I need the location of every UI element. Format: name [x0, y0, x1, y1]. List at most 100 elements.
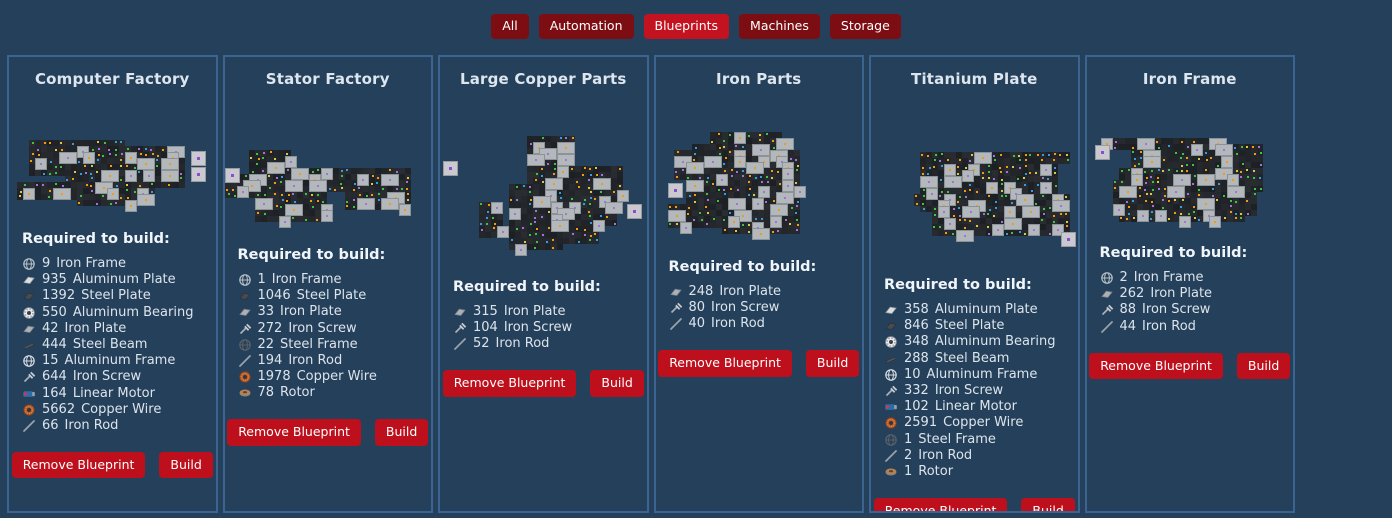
requirement-row: 1 Iron Frame: [238, 273, 422, 287]
requirement-count: 104: [473, 321, 498, 335]
filter-button-machines[interactable]: Machines: [739, 14, 820, 39]
build-button[interactable]: Build: [806, 350, 859, 377]
requirement-count: 9: [42, 257, 50, 271]
requirement-row: 1978 Copper Wire: [238, 370, 422, 384]
iron-plate-icon: [1100, 287, 1114, 301]
remove-blueprint-button[interactable]: Remove Blueprint: [1089, 353, 1223, 380]
blueprint-preview-image: [225, 138, 430, 234]
requirements-list: 9 Iron Frame 935 Aluminum Plate 1392 Ste…: [22, 257, 206, 433]
copper-wire-icon: [22, 403, 36, 417]
card-action-buttons: Remove Blueprint Build: [1089, 353, 1290, 380]
aluminum-frame-icon: [884, 368, 898, 382]
requirement-count: 1978: [258, 370, 291, 384]
requirement-count: 102: [904, 400, 929, 414]
requirement-count: 846: [904, 319, 929, 333]
required-to-build-heading: Required to build:: [453, 279, 637, 295]
requirement-row: 22 Steel Frame: [238, 338, 422, 352]
requirement-row: 80 Iron Screw: [669, 301, 853, 315]
requirement-count: 1392: [42, 289, 75, 303]
blueprint-preview-image: [1095, 132, 1285, 232]
aluminum-bearing-icon: [22, 306, 36, 320]
requirement-row: 2591 Copper Wire: [884, 416, 1068, 430]
filter-button-blueprints[interactable]: Blueprints: [644, 14, 730, 39]
blueprint-card: Iron Parts Required to build: 248 Iron P…: [654, 55, 865, 513]
requirement-name: Aluminum Bearing: [935, 335, 1056, 349]
requirement-count: 66: [42, 419, 59, 433]
iron-plate-icon: [669, 285, 683, 299]
iron-plate-icon: [238, 305, 252, 319]
requirements-block: Required to build: 358 Aluminum Plate 84…: [871, 264, 1078, 479]
steel-plate-icon: [238, 289, 252, 303]
steel-plate-icon: [22, 289, 36, 303]
build-button[interactable]: Build: [375, 419, 428, 446]
requirement-name: Aluminum Plate: [935, 303, 1038, 317]
iron-rod-icon: [22, 419, 36, 433]
iron-screw-icon: [22, 370, 36, 384]
requirement-row: 1 Steel Frame: [884, 433, 1068, 447]
filter-button-storage[interactable]: Storage: [830, 14, 901, 39]
requirement-row: 348 Aluminum Bearing: [884, 335, 1068, 349]
blueprint-preview-image: [443, 136, 643, 266]
requirement-count: 935: [42, 273, 67, 287]
requirement-name: Iron Frame: [56, 257, 126, 271]
requirements-list: 2 Iron Frame 262 Iron Plate 88 Iron Scre…: [1100, 271, 1284, 334]
required-to-build-heading: Required to build:: [884, 277, 1068, 293]
blueprint-card-title: Computer Factory: [35, 70, 190, 88]
requirement-row: 262 Iron Plate: [1100, 287, 1284, 301]
requirement-name: Iron Plate: [504, 305, 566, 319]
requirement-count: 44: [1120, 320, 1137, 334]
build-button[interactable]: Build: [159, 452, 212, 479]
rotor-icon: [238, 386, 252, 400]
required-to-build-heading: Required to build:: [22, 231, 206, 247]
blueprint-card: Computer Factory Required to build: 9 Ir…: [7, 55, 218, 513]
aluminum-frame-icon: [22, 354, 36, 368]
blueprint-card-title: Titanium Plate: [911, 70, 1037, 88]
card-action-buttons: Remove Blueprint Build: [227, 419, 428, 446]
remove-blueprint-button[interactable]: Remove Blueprint: [12, 452, 146, 479]
requirement-row: 44 Iron Rod: [1100, 320, 1284, 334]
requirement-name: Iron Screw: [73, 370, 141, 384]
requirement-name: Iron Screw: [935, 384, 1003, 398]
requirement-count: 248: [689, 285, 714, 299]
remove-blueprint-button[interactable]: Remove Blueprint: [658, 350, 792, 377]
requirement-name: Iron Screw: [504, 321, 572, 335]
card-action-buttons: Remove Blueprint Build: [874, 498, 1075, 513]
requirement-count: 164: [42, 387, 67, 401]
requirement-row: 272 Iron Screw: [238, 322, 422, 336]
requirement-name: Copper Wire: [943, 416, 1023, 430]
iron-screw-icon: [884, 384, 898, 398]
blueprint-card-title: Iron Frame: [1143, 70, 1237, 88]
blueprint-preview-image: [668, 132, 850, 246]
iron-rod-icon: [884, 449, 898, 463]
requirement-count: 22: [258, 338, 275, 352]
build-button[interactable]: Build: [1237, 353, 1290, 380]
requirement-name: Steel Beam: [935, 352, 1010, 366]
requirement-count: 644: [42, 370, 67, 384]
requirement-count: 2: [1120, 271, 1128, 285]
blueprint-card-title: Iron Parts: [716, 70, 801, 88]
requirement-row: 315 Iron Plate: [453, 305, 637, 319]
iron-rod-icon: [1100, 320, 1114, 334]
requirement-count: 2: [904, 449, 912, 463]
requirement-row: 1046 Steel Plate: [238, 289, 422, 303]
blueprint-card-list: Computer Factory Required to build: 9 Ir…: [7, 55, 1295, 513]
build-button[interactable]: Build: [590, 370, 643, 397]
requirement-row: 644 Iron Screw: [22, 370, 206, 384]
iron-plate-icon: [22, 322, 36, 336]
remove-blueprint-button[interactable]: Remove Blueprint: [443, 370, 577, 397]
requirements-list: 315 Iron Plate 104 Iron Screw 52 Iron Ro…: [453, 305, 637, 351]
filter-button-all[interactable]: All: [491, 14, 529, 39]
requirement-count: 332: [904, 384, 929, 398]
linear-motor-icon: [884, 400, 898, 414]
requirement-name: Iron Plate: [719, 285, 781, 299]
required-to-build-heading: Required to build:: [669, 259, 853, 275]
remove-blueprint-button[interactable]: Remove Blueprint: [227, 419, 361, 446]
steel-frame-icon: [238, 338, 252, 352]
copper-wire-icon: [884, 416, 898, 430]
filter-button-automation[interactable]: Automation: [539, 14, 634, 39]
build-button[interactable]: Build: [1021, 498, 1074, 513]
blueprint-card: Iron Frame Required to build: 2 Iron Fra…: [1085, 55, 1296, 513]
blueprint-card-title: Stator Factory: [266, 70, 390, 88]
requirement-count: 358: [904, 303, 929, 317]
remove-blueprint-button[interactable]: Remove Blueprint: [874, 498, 1008, 513]
